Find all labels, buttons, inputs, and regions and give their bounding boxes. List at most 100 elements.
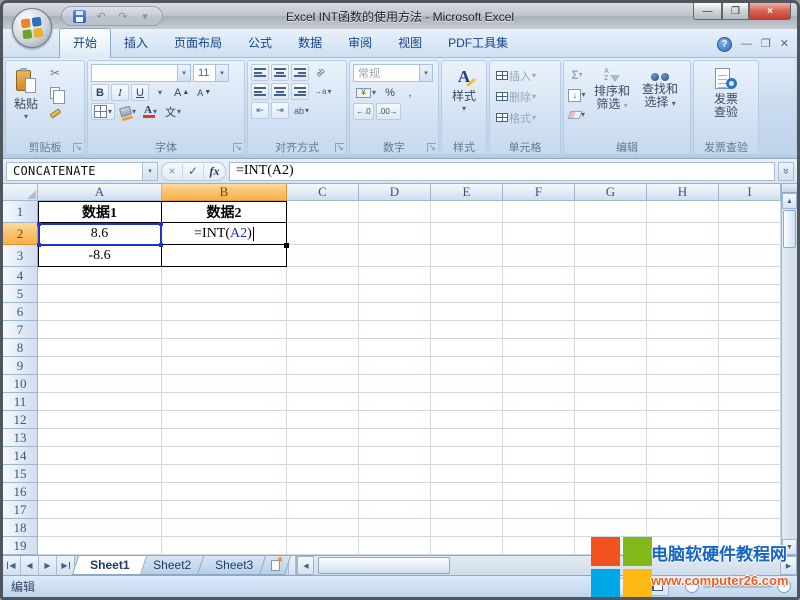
cell-I17[interactable] xyxy=(719,501,781,519)
cell-E15[interactable] xyxy=(431,465,503,483)
clipboard-dialog-launcher[interactable]: ↘ xyxy=(73,143,82,152)
cell-A3[interactable]: -8.6 xyxy=(38,245,162,267)
cell-I12[interactable] xyxy=(719,411,781,429)
cell-D19[interactable] xyxy=(359,537,431,555)
cell-F18[interactable] xyxy=(503,519,575,537)
cell-C9[interactable] xyxy=(287,357,359,375)
merge-center-button[interactable]: →a▾ xyxy=(311,83,334,100)
invoice-check-button[interactable]: 发票查验 xyxy=(709,64,743,123)
shrink-font-button[interactable]: A▼ xyxy=(194,84,214,101)
format-cells-button[interactable]: 格式▾ xyxy=(493,109,539,126)
cell-D6[interactable] xyxy=(359,303,431,321)
cell-A19[interactable] xyxy=(38,537,162,555)
align-center-button[interactable] xyxy=(271,83,289,100)
percent-button[interactable]: % xyxy=(381,84,399,101)
cell-E16[interactable] xyxy=(431,483,503,501)
row-header-5[interactable]: 5 xyxy=(3,285,38,303)
column-header-E[interactable]: E xyxy=(431,184,503,201)
zoom-in-icon[interactable]: + xyxy=(777,579,791,593)
cancel-entry-button[interactable]: × xyxy=(162,164,183,178)
page-break-view-button[interactable] xyxy=(646,579,668,595)
cell-E13[interactable] xyxy=(431,429,503,447)
cell-C4[interactable] xyxy=(287,267,359,285)
cell-I14[interactable] xyxy=(719,447,781,465)
cell-G3[interactable] xyxy=(575,245,647,267)
help-icon[interactable]: ? xyxy=(717,37,732,52)
cell-C5[interactable] xyxy=(287,285,359,303)
cell-D17[interactable] xyxy=(359,501,431,519)
vertical-scroll-track[interactable] xyxy=(782,249,797,539)
formula-input[interactable]: =INT(A2) xyxy=(229,162,775,181)
cut-button[interactable]: ✂ xyxy=(45,64,65,82)
font-dialog-launcher[interactable]: ↘ xyxy=(233,143,242,152)
expand-formula-bar-button[interactable]: « xyxy=(778,162,794,181)
number-dialog-launcher[interactable]: ↘ xyxy=(427,143,436,152)
scroll-up-icon[interactable]: ▲ xyxy=(782,193,797,209)
cell-E4[interactable] xyxy=(431,267,503,285)
row-header-6[interactable]: 6 xyxy=(3,303,38,321)
cell-C17[interactable] xyxy=(287,501,359,519)
cell-H14[interactable] xyxy=(647,447,719,465)
cell-D11[interactable] xyxy=(359,393,431,411)
column-header-D[interactable]: D xyxy=(359,184,431,201)
tab-数据[interactable]: 数据 xyxy=(285,29,335,57)
zoom-out-icon[interactable]: − xyxy=(685,579,699,593)
cell-G19[interactable] xyxy=(575,537,647,555)
sheet-tab-Sheet1[interactable]: Sheet1 xyxy=(72,556,148,575)
cell-F4[interactable] xyxy=(503,267,575,285)
cell-F12[interactable] xyxy=(503,411,575,429)
vertical-scroll-thumb[interactable] xyxy=(783,210,796,248)
underline-button[interactable]: U xyxy=(131,84,149,101)
cell-D2[interactable] xyxy=(359,223,431,245)
cell-H18[interactable] xyxy=(647,519,719,537)
autosum-button[interactable]: Σ▾ xyxy=(567,66,587,84)
align-right-button[interactable] xyxy=(291,83,309,100)
cell-F10[interactable] xyxy=(503,375,575,393)
cell-F17[interactable] xyxy=(503,501,575,519)
cell-E6[interactable] xyxy=(431,303,503,321)
cell-I6[interactable] xyxy=(719,303,781,321)
horizontal-scroll-track[interactable] xyxy=(314,556,780,575)
row-header-1[interactable]: 1 xyxy=(3,201,38,223)
increase-indent-button[interactable]: ⇥ xyxy=(271,102,289,119)
next-sheet-button[interactable]: ▶ xyxy=(39,556,57,575)
sort-filter-button[interactable]: AZ 排序和筛选 ▾ xyxy=(589,64,635,115)
phonetic-button[interactable]: 文▾ xyxy=(162,103,184,120)
cell-G11[interactable] xyxy=(575,393,647,411)
cell-G13[interactable] xyxy=(575,429,647,447)
cell-A15[interactable] xyxy=(38,465,162,483)
row-header-12[interactable]: 12 xyxy=(3,411,38,429)
workbook-close-button[interactable]: ✕ xyxy=(780,39,789,50)
cell-G9[interactable] xyxy=(575,357,647,375)
tab-PDF工具集[interactable]: PDF工具集 xyxy=(435,29,521,57)
cell-H3[interactable] xyxy=(647,245,719,267)
clear-button[interactable]: ▾ xyxy=(567,106,587,124)
wrap-text-button[interactable]: ab▾ xyxy=(291,102,312,119)
delete-cells-button[interactable]: 删除▾ xyxy=(493,88,539,105)
column-header-G[interactable]: G xyxy=(575,184,647,201)
column-header-I[interactable]: I xyxy=(719,184,781,201)
cell-I16[interactable] xyxy=(719,483,781,501)
align-middle-button[interactable] xyxy=(271,64,289,81)
scroll-right-icon[interactable]: ▶ xyxy=(780,556,797,575)
tab-公式[interactable]: 公式 xyxy=(235,29,285,57)
cell-D9[interactable] xyxy=(359,357,431,375)
font-name-combo[interactable]: ▾ xyxy=(91,64,191,82)
name-box-dropdown-icon[interactable]: ▾ xyxy=(142,163,157,180)
cell-D18[interactable] xyxy=(359,519,431,537)
cell-I2[interactable] xyxy=(719,223,781,245)
cell-F14[interactable] xyxy=(503,447,575,465)
cell-G14[interactable] xyxy=(575,447,647,465)
row-header-10[interactable]: 10 xyxy=(3,375,38,393)
fill-color-button[interactable]: ▾ xyxy=(117,103,139,120)
cell-C14[interactable] xyxy=(287,447,359,465)
cell-F11[interactable] xyxy=(503,393,575,411)
cell-D13[interactable] xyxy=(359,429,431,447)
cell-I19[interactable] xyxy=(719,537,781,555)
insert-worksheet-tab[interactable] xyxy=(259,556,291,575)
cell-C10[interactable] xyxy=(287,375,359,393)
copy-button[interactable] xyxy=(45,84,65,102)
prev-sheet-button[interactable]: ◀ xyxy=(21,556,39,575)
vertical-scrollbar[interactable]: ▲ ▼ xyxy=(781,184,797,555)
column-header-B[interactable]: B xyxy=(162,184,287,201)
